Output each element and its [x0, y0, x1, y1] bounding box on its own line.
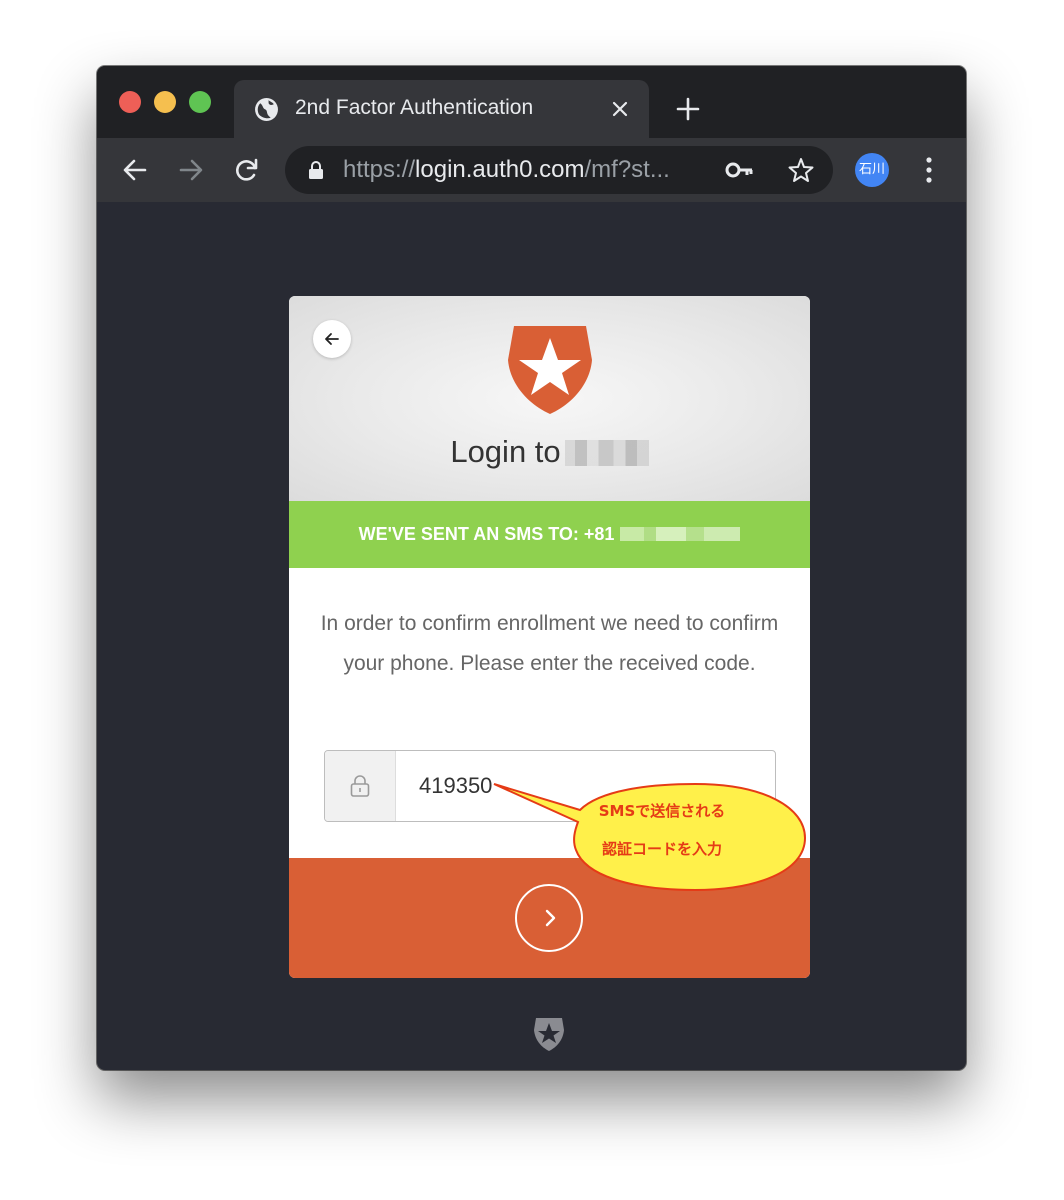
tab-bar: 2nd Factor Authentication — [97, 66, 966, 138]
close-icon[interactable] — [609, 98, 631, 120]
back-arrow-icon — [325, 333, 339, 345]
instructions-text: In order to confirm enrollment we need t… — [320, 612, 779, 675]
redacted-app-name — [564, 440, 649, 466]
chevron-right-icon — [545, 909, 556, 927]
minimize-window-button[interactable] — [154, 91, 176, 113]
back-button[interactable] — [313, 320, 351, 358]
reload-icon[interactable] — [233, 156, 261, 184]
maximize-window-button[interactable] — [189, 91, 211, 113]
browser-window: 2nd Factor Authentication https://login.… — [97, 66, 966, 1070]
key-icon[interactable] — [725, 160, 755, 180]
plus-icon[interactable] — [675, 96, 701, 122]
callout-line-2: 認証コードを入力 — [601, 840, 722, 858]
star-icon[interactable] — [788, 157, 814, 183]
callout-line-1: SMSで送信される — [598, 802, 726, 820]
back-arrow-icon[interactable] — [121, 156, 149, 184]
browser-toolbar: https://login.auth0.com/mf?st... 石川 — [97, 138, 966, 202]
auth0-logo-icon — [508, 326, 592, 414]
address-bar[interactable]: https://login.auth0.com/mf?st... — [285, 146, 833, 194]
tab-2fa[interactable]: 2nd Factor Authentication — [234, 80, 649, 138]
lock-icon — [309, 161, 323, 179]
sms-sent-banner: WE'VE SENT AN SMS TO: +81 — [289, 501, 810, 568]
code-field-icon-box — [325, 751, 396, 821]
profile-avatar[interactable]: 石川 — [855, 153, 889, 187]
login-title: Login to — [289, 434, 810, 470]
tab-title: 2nd Factor Authentication — [295, 96, 534, 119]
more-vert-icon[interactable] — [919, 156, 939, 184]
redacted-phone-number — [620, 527, 741, 541]
card-header: Login to — [289, 296, 810, 501]
forward-arrow-icon[interactable] — [177, 156, 205, 184]
globe-icon — [255, 98, 278, 121]
auth0-footer-logo-icon — [534, 1018, 564, 1051]
close-window-button[interactable] — [119, 91, 141, 113]
url-text: https://login.auth0.com/mf?st... — [343, 156, 670, 183]
lock-icon — [350, 775, 370, 797]
